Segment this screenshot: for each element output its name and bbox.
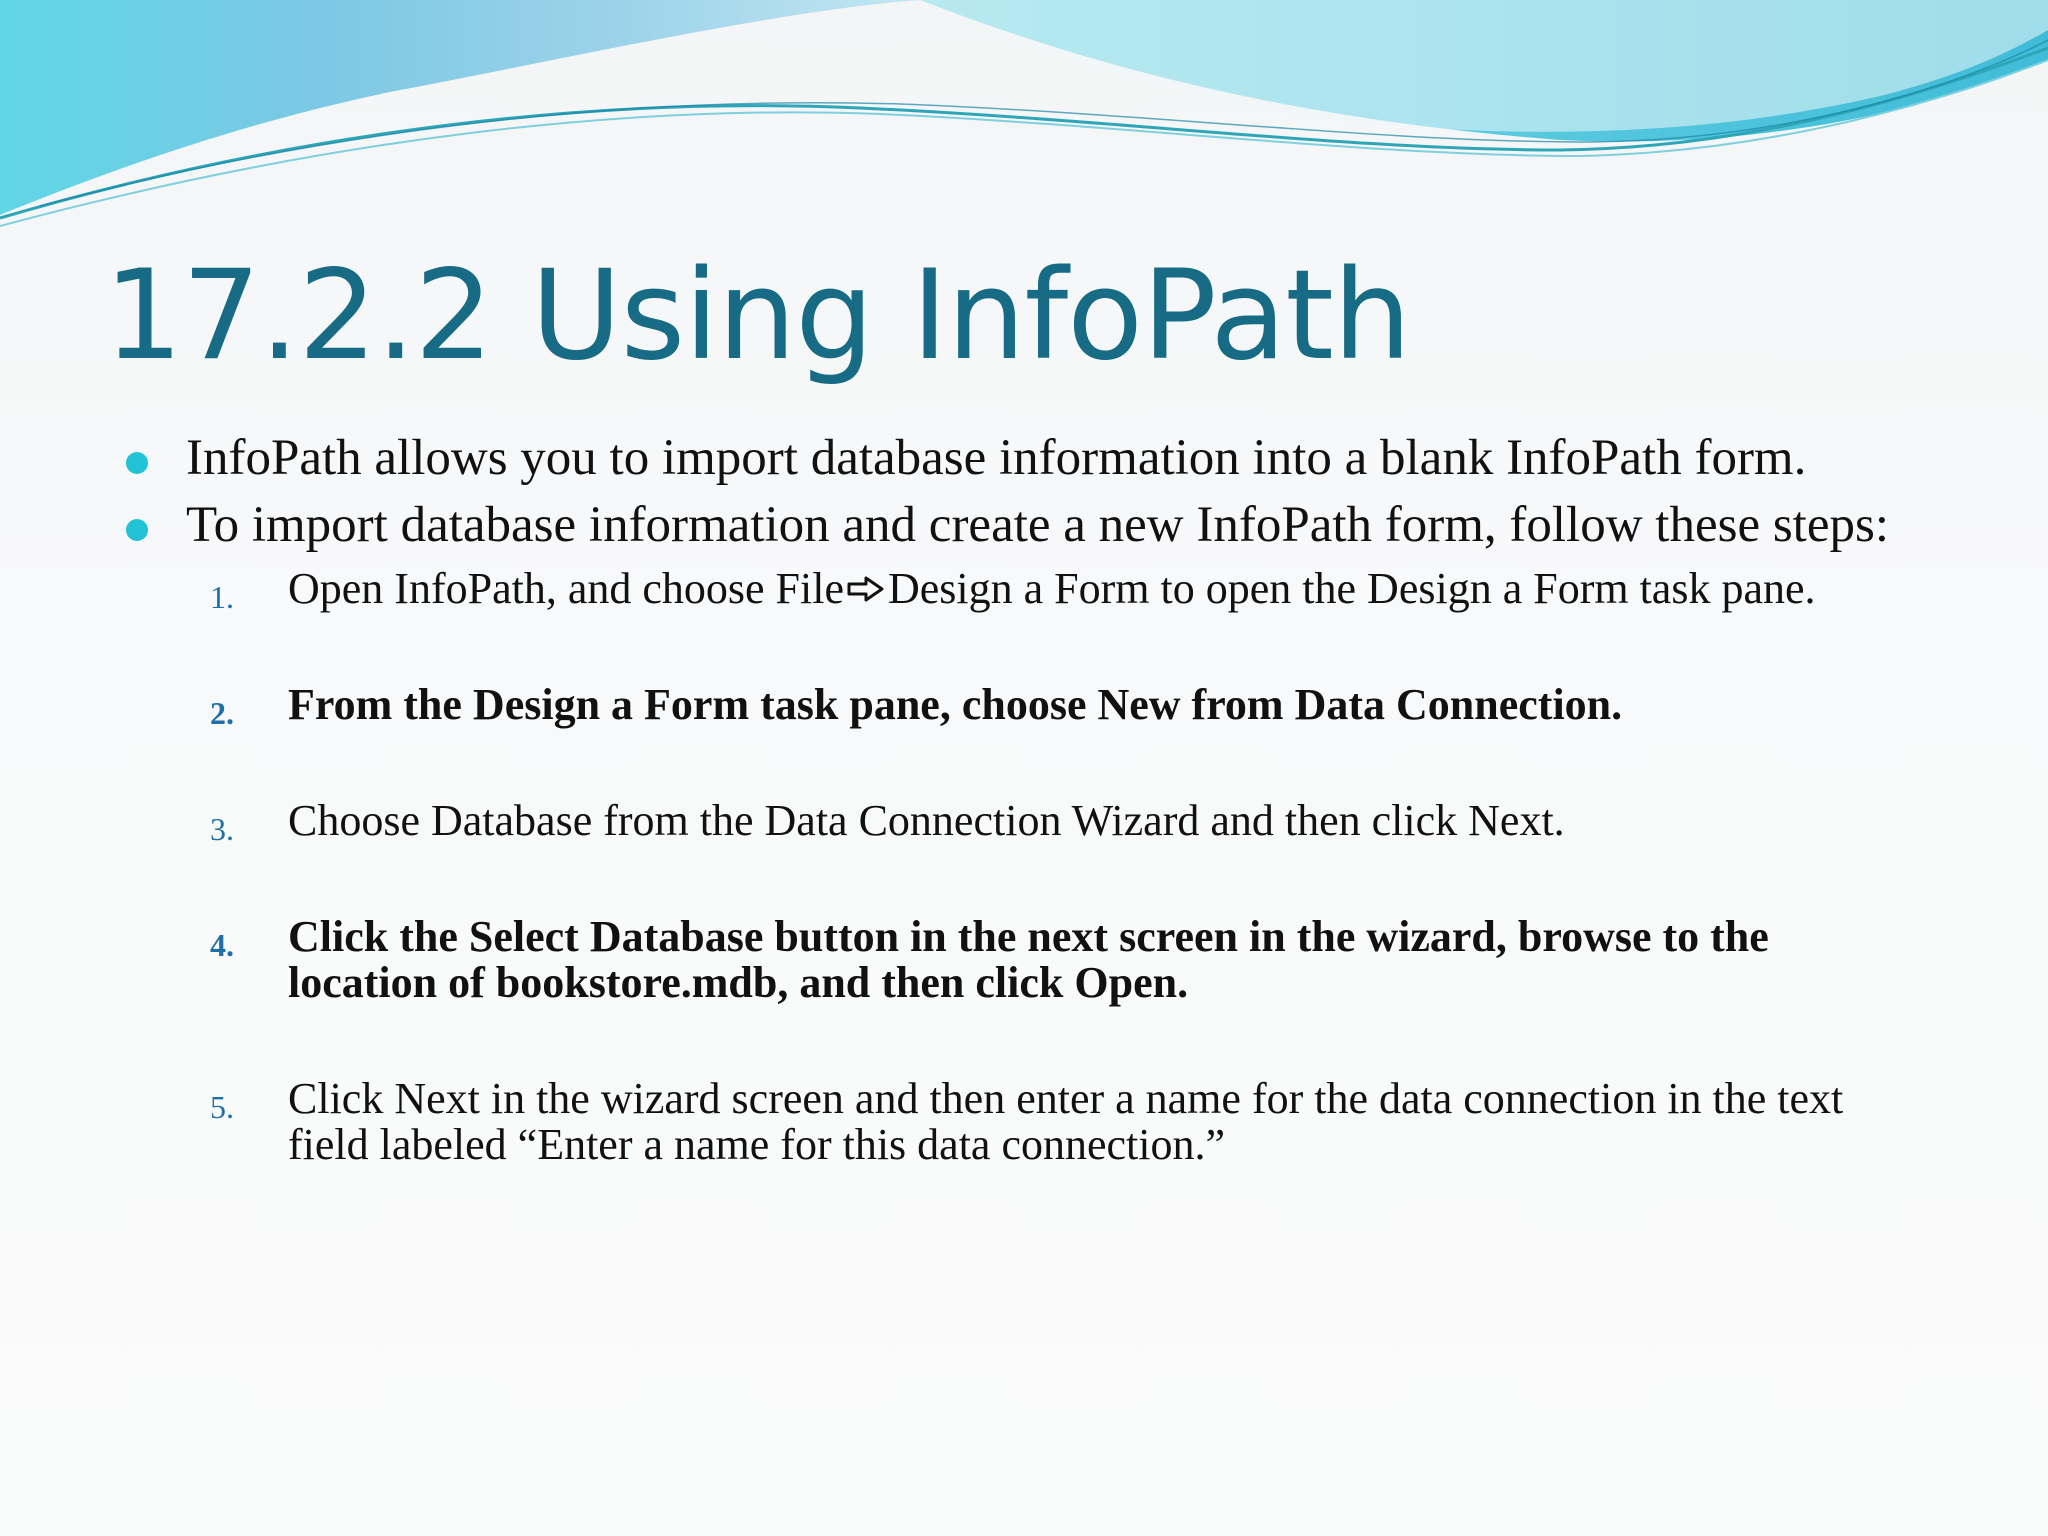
step-text: Choose Database from the Data Connection… (288, 796, 1565, 845)
step-number: 1. (210, 579, 234, 615)
bullet-text: To import database information and creat… (186, 497, 1889, 553)
bullet-item: To import database information and creat… (126, 499, 1926, 552)
step-text-after: Design a Form to open the Design a Form … (888, 564, 1816, 613)
bullet-dot-icon (126, 519, 148, 541)
step-item: 2. From the Design a Form task pane, cho… (126, 680, 1926, 732)
step-text: Click Next in the wizard screen and then… (288, 1074, 1844, 1169)
bullet-list: InfoPath allows you to import database i… (126, 432, 1926, 552)
arrow-right-icon (847, 576, 884, 602)
bullet-item: InfoPath allows you to import database i… (126, 432, 1926, 485)
step-number: 5. (210, 1089, 234, 1125)
step-item: 1. Open InfoPath, and choose File Design … (126, 564, 1926, 616)
step-number: 4. (210, 927, 234, 963)
step-item: 5. Click Next in the wizard screen and t… (126, 1076, 1926, 1168)
slide-title: 17.2.2 Using InfoPath (104, 244, 1411, 388)
bullet-dot-icon (126, 452, 148, 474)
bullet-text: InfoPath allows you to import database i… (186, 430, 1807, 486)
step-item: 4. Click the Select Database button in t… (126, 914, 1926, 1006)
step-text: Click the Select Database button in the … (288, 912, 1769, 1007)
step-number: 3. (210, 811, 234, 847)
steps-list: 1. Open InfoPath, and choose File Design … (126, 566, 1926, 1168)
step-text-before: Open InfoPath, and choose File (288, 564, 844, 613)
slide: 17.2.2 Using InfoPath InfoPath allows yo… (0, 0, 2048, 1536)
step-text: From the Design a Form task pane, choose… (288, 680, 1623, 729)
slide-body: InfoPath allows you to import database i… (126, 432, 1926, 1238)
step-item: 3. Choose Database from the Data Connect… (126, 796, 1926, 848)
header-wave-decoration (0, 0, 2048, 227)
step-number: 2. (210, 695, 234, 731)
